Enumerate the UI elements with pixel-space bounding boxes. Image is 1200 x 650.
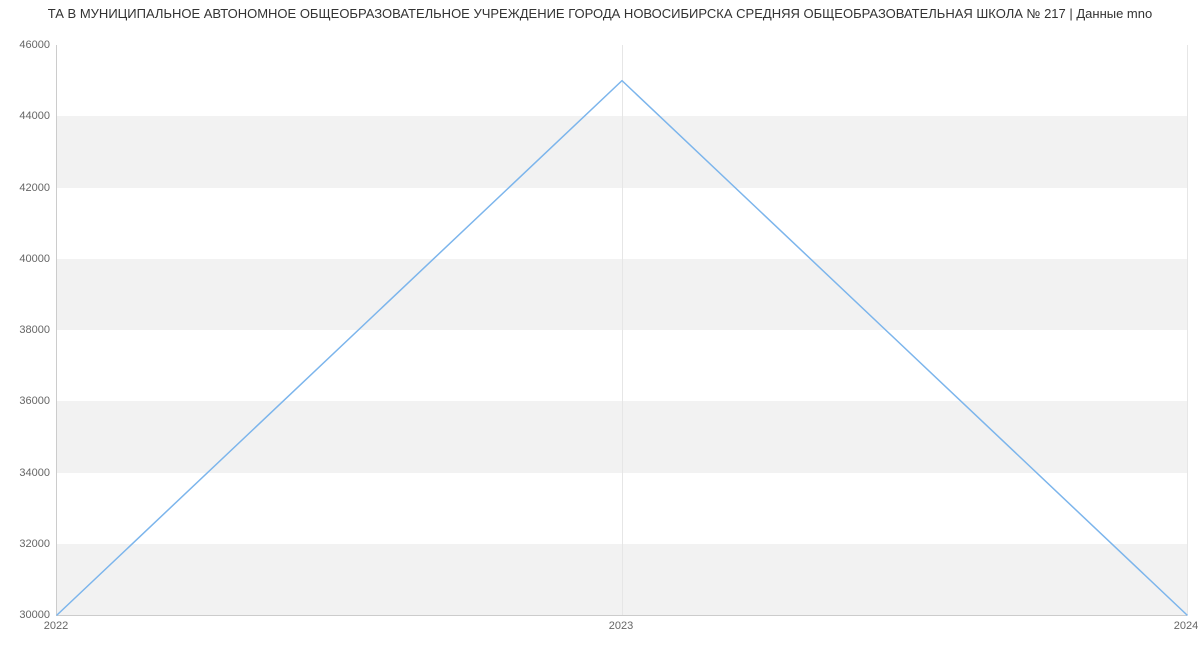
- y-tick-label: 34000: [6, 467, 50, 479]
- y-tick-label: 44000: [6, 110, 50, 122]
- y-tick-label: 32000: [6, 538, 50, 550]
- chart-container: ТА В МУНИЦИПАЛЬНОЕ АВТОНОМНОЕ ОБЩЕОБРАЗО…: [0, 0, 1200, 650]
- y-tick-label: 38000: [6, 324, 50, 336]
- plot-area: [56, 45, 1187, 616]
- chart-title: ТА В МУНИЦИПАЛЬНОЕ АВТОНОМНОЕ ОБЩЕОБРАЗО…: [0, 6, 1200, 21]
- x-tick-label: 2023: [609, 620, 633, 632]
- x-tick-label: 2024: [1174, 620, 1198, 632]
- y-tick-label: 36000: [6, 395, 50, 407]
- y-tick-label: 30000: [6, 609, 50, 621]
- x-gridline: [1187, 45, 1188, 615]
- y-tick-label: 40000: [6, 253, 50, 265]
- line-series: [57, 45, 1187, 615]
- y-tick-label: 42000: [6, 182, 50, 194]
- y-tick-label: 46000: [6, 39, 50, 51]
- x-tick-label: 2022: [44, 620, 68, 632]
